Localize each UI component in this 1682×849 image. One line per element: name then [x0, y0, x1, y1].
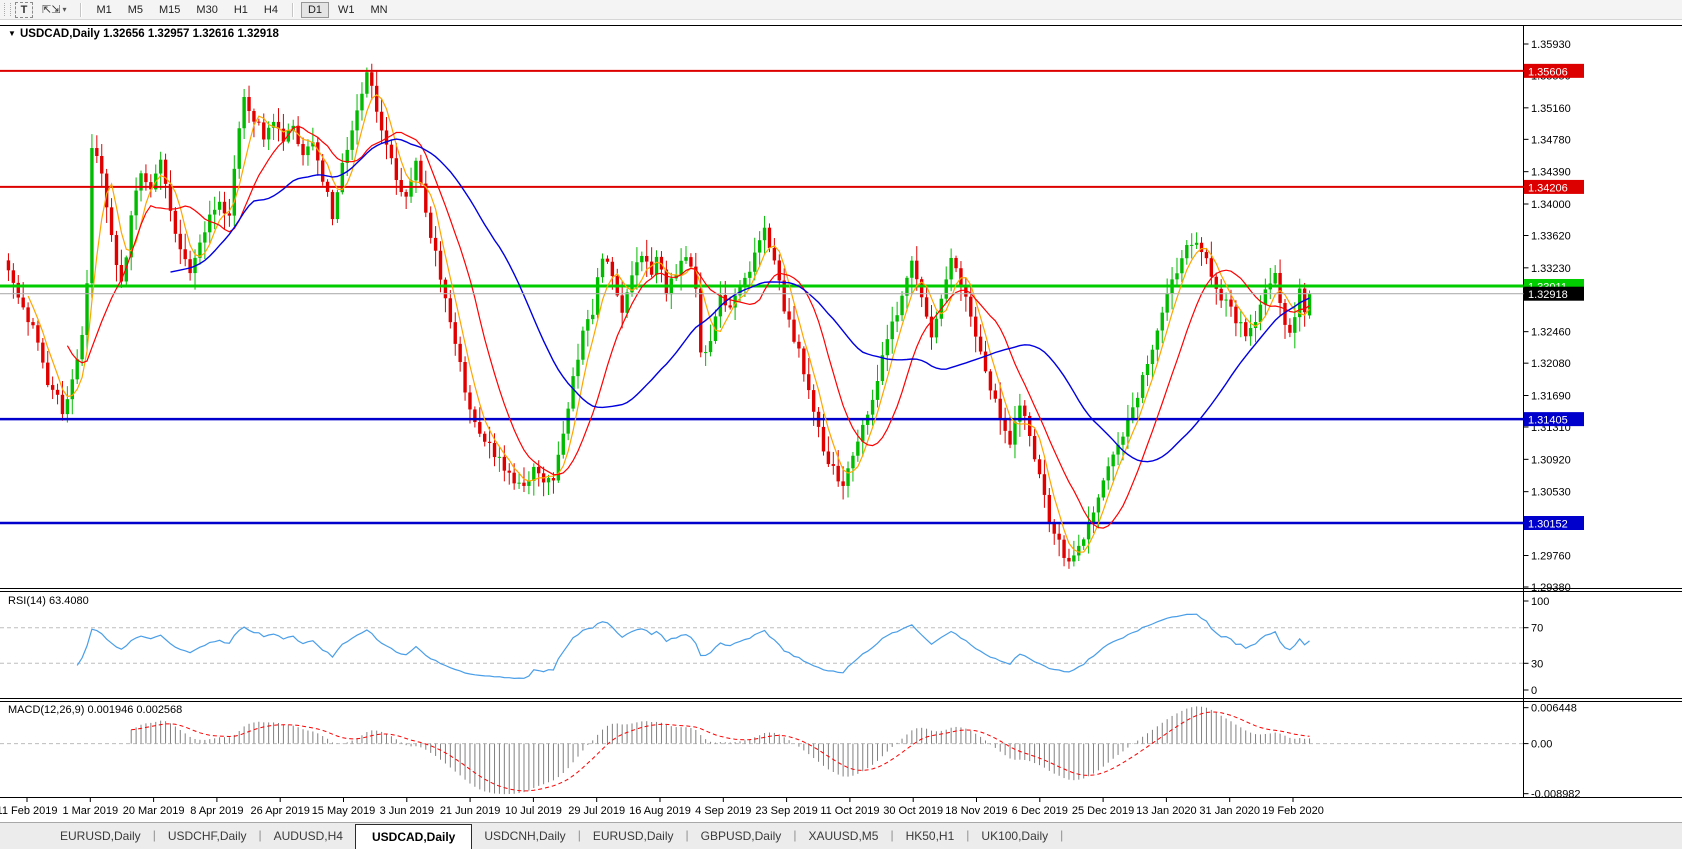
date-axis-label: 1 Mar 2019	[62, 805, 118, 817]
price-axis-tick: 1.32080	[1531, 358, 1571, 370]
macd-indicator-label: MACD(12,26,9) 0.001946 0.002568	[8, 704, 182, 716]
price-axis-tick: 1.34780	[1531, 134, 1571, 146]
date-axis-label: 23 Sep 2019	[755, 805, 817, 817]
tab-hk50-h1[interactable]: HK50,H1	[894, 823, 967, 849]
price-axis-tick: 1.34390	[1531, 167, 1571, 179]
rsi-axis-tick: 100	[1531, 596, 1549, 608]
chart-tabs-bar: EURUSD,Daily | USDCHF,Daily | AUDUSD,H4 US…	[0, 822, 1682, 849]
tab-separator: |	[1060, 828, 1064, 842]
chart-title[interactable]: ▼ USDCAD,Daily 1.32656 1.32957 1.32616 1.…	[8, 28, 280, 40]
macd-axis-tick: 0.006448	[1531, 703, 1577, 715]
rsi-indicator-label: RSI(14) 63.4080	[8, 595, 89, 607]
price-axis-tick: 1.35160	[1531, 103, 1571, 115]
svg-text:1.34206: 1.34206	[1528, 182, 1568, 194]
hline-price-label: 1.31405	[1524, 412, 1584, 427]
timeframe-m5-button[interactable]: M5	[121, 2, 150, 18]
date-axis-label: 4 Sep 2019	[695, 805, 751, 817]
tab-usdcnh-daily[interactable]: USDCNH,Daily	[472, 823, 577, 849]
date-axis-label: 11 Feb 2019	[0, 805, 57, 817]
top-toolbar: T ⇱⇲ ▾ M1 M5 M15 M30 H1 H4 D1 W1 MN	[0, 0, 1682, 20]
date-axis-label: 29 Jul 2019	[568, 805, 625, 817]
symbol-ohlc-title: USDCAD,Daily 1.32656 1.32957 1.32616 1.3…	[20, 28, 280, 40]
hline-price-label: 1.34206	[1524, 179, 1584, 194]
tab-gbpusd-daily[interactable]: GBPUSD,Daily	[689, 823, 794, 849]
timeframe-d1-button[interactable]: D1	[300, 1, 330, 18]
cursor-arrows-icon: ⇱⇲	[42, 3, 61, 16]
svg-text:1.32918: 1.32918	[1528, 289, 1568, 301]
date-axis-label: 16 Aug 2019	[629, 805, 691, 817]
tab-usdchf-daily[interactable]: USDCHF,Daily	[156, 823, 259, 849]
toolbar-separator	[80, 2, 83, 17]
svg-text:1.31405: 1.31405	[1528, 415, 1568, 427]
tab-eurusd-daily-2[interactable]: EURUSD,Daily	[581, 823, 686, 849]
price-axis-tick: 1.30530	[1531, 487, 1571, 499]
date-axis-label: 3 Jun 2019	[380, 805, 434, 817]
rsi-axis-tick: 70	[1531, 623, 1543, 635]
timeframe-m1-button[interactable]: M1	[89, 2, 118, 18]
timeframe-h1-button[interactable]: H1	[227, 2, 255, 18]
title-dropdown-icon: ▼	[8, 29, 16, 38]
price-axis-tick: 1.34000	[1531, 199, 1571, 211]
rsi-axis-tick: 0	[1531, 685, 1537, 697]
price-axis-tick: 1.31690	[1531, 390, 1571, 402]
tab-eurusd-daily-1[interactable]: EURUSD,Daily	[48, 823, 153, 849]
tab-usdcad-daily[interactable]: USDCAD,Daily	[354, 824, 473, 849]
date-axis-label: 13 Jan 2020	[1136, 805, 1197, 817]
svg-text:1.35606: 1.35606	[1528, 66, 1568, 78]
tab-xauusd-m5[interactable]: XAUUSD,M5	[796, 823, 890, 849]
price-axis-tick: 1.35930	[1531, 39, 1571, 51]
date-axis-label: 19 Feb 2020	[1262, 805, 1324, 817]
toolbar-grip[interactable]	[4, 3, 11, 16]
tab-audusd-h4[interactable]: AUDUSD,H4	[262, 823, 355, 849]
price-axis-tick: 1.29380	[1531, 582, 1571, 594]
date-axis-label: 15 May 2019	[312, 805, 376, 817]
price-axis-tick: 1.30920	[1531, 454, 1571, 466]
price-chart-canvas[interactable]: 1.359301.355501.351601.347801.343901.340…	[0, 19, 1682, 822]
price-axis-tick: 1.33230	[1531, 263, 1571, 275]
macd-axis-tick: 0.00	[1531, 739, 1552, 751]
date-axis-label: 11 Oct 2019	[820, 805, 879, 817]
timeframe-m15-button[interactable]: M15	[152, 2, 187, 18]
date-axis-label: 10 Jul 2019	[505, 805, 562, 817]
svg-text:1.30152: 1.30152	[1528, 519, 1568, 531]
macd-axis-tick: -0.008982	[1531, 789, 1581, 801]
date-axis-label: 30 Oct 2019	[883, 805, 943, 817]
date-axis-label: 8 Apr 2019	[190, 805, 243, 817]
date-axis-label: 26 Apr 2019	[251, 805, 310, 817]
cursor-tool-button[interactable]: ⇱⇲ ▾	[35, 2, 73, 18]
price-axis-tick: 1.32460	[1531, 327, 1571, 339]
toolbar-separator-2	[291, 2, 294, 17]
date-axis-label: 21 Jun 2019	[440, 805, 501, 817]
rsi-axis-tick: 30	[1531, 658, 1543, 670]
hline-price-label: 1.30152	[1524, 516, 1584, 531]
dropdown-caret-icon: ▾	[62, 4, 67, 14]
timeframe-w1-button[interactable]: W1	[331, 2, 362, 18]
price-axis-tick: 1.33620	[1531, 231, 1571, 243]
text-label-tool-button[interactable]: T	[15, 1, 33, 18]
timeframe-h4-button[interactable]: H4	[257, 2, 285, 18]
price-axis-tick: 1.29760	[1531, 550, 1571, 562]
tab-uk100-daily[interactable]: UK100,Daily	[969, 823, 1060, 849]
current-price-label: 1.32918	[1524, 286, 1584, 301]
date-axis-label: 6 Dec 2019	[1012, 805, 1068, 817]
date-axis-label: 18 Nov 2019	[945, 805, 1007, 817]
date-axis-label: 20 Mar 2019	[123, 805, 185, 817]
timeframe-mn-button[interactable]: MN	[364, 2, 395, 18]
date-axis-label: 25 Dec 2019	[1072, 805, 1134, 817]
hline-price-label: 1.35606	[1524, 63, 1584, 78]
timeframe-m30-button[interactable]: M30	[189, 2, 224, 18]
date-axis-label: 31 Jan 2020	[1199, 805, 1260, 817]
